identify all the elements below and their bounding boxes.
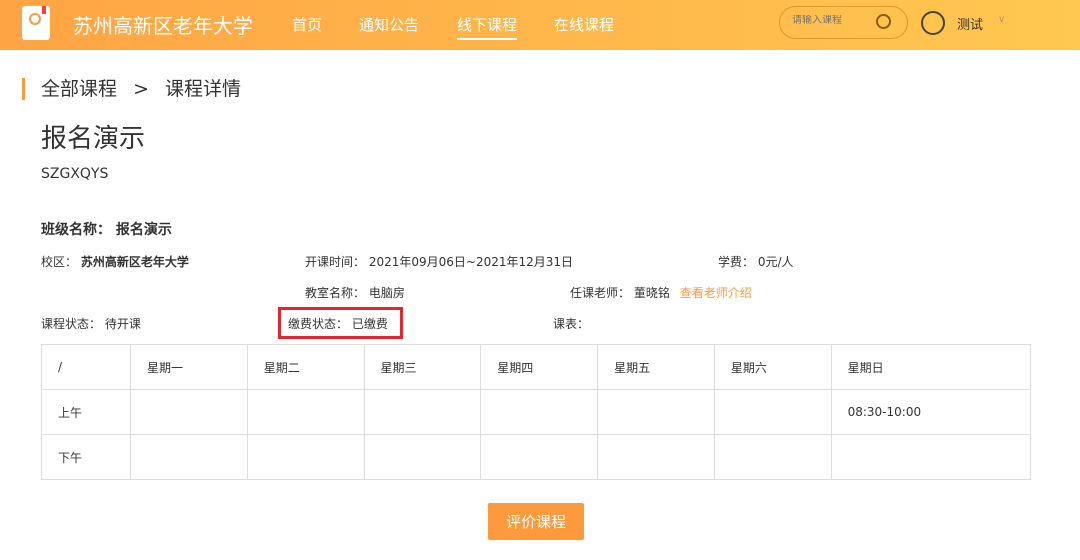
table-cell	[130, 389, 248, 435]
user-name[interactable]: 测试	[957, 14, 983, 33]
classroom: 教室名称： 电脑房	[305, 284, 405, 301]
highlight-box	[278, 307, 403, 339]
nav-notices[interactable]: 通知公告	[359, 14, 419, 35]
table-cell	[246, 434, 365, 480]
table-cell	[830, 434, 1032, 480]
nav-offline-courses[interactable]: 线下课程	[457, 14, 518, 40]
table-cell	[713, 434, 832, 480]
tuition: 学费： 0元/人	[718, 253, 794, 270]
room-label: 教室名称：	[305, 286, 366, 300]
schedule-table: / 星期一 星期二 星期三 星期四 星期五 星期六 星期日 上午 08:30-1…	[41, 344, 1032, 480]
table-row: 上午 08:30-10:00	[41, 389, 1032, 435]
teacher-intro-link[interactable]: 查看老师介绍	[680, 286, 752, 300]
status-label: 课程状态：	[41, 317, 102, 331]
campus: 校区： 苏州高新区老年大学	[41, 253, 189, 270]
fee-value: 0元/人	[757, 255, 794, 269]
course-time: 开课时间： 2021年09月06日~2021年12月31日	[305, 253, 573, 270]
table-cell	[597, 389, 715, 435]
breadcrumb-current: 课程详情	[165, 78, 242, 100]
table-cell: 下午	[41, 434, 131, 480]
campus-value: 苏州高新区老年大学	[80, 255, 189, 269]
course-code: SZGXQYS	[41, 166, 109, 182]
search-icon[interactable]	[876, 14, 891, 29]
nav-online-courses[interactable]: 在线课程	[554, 14, 614, 35]
search-input[interactable]	[792, 15, 872, 26]
table-header: 星期六	[713, 344, 832, 390]
nav-home[interactable]: 首页	[292, 14, 322, 35]
table-cell	[480, 389, 599, 435]
table-header: 星期日	[830, 344, 1032, 390]
teacher: 任课老师： 董晓铭 查看老师介绍	[570, 284, 752, 301]
teacher-value: 董晓铭	[633, 286, 670, 300]
time-value: 2021年09月06日~2021年12月31日	[368, 255, 574, 269]
table-header: 星期二	[246, 344, 365, 390]
status-value: 待开课	[104, 317, 141, 331]
course-status: 课程状态： 待开课	[41, 315, 141, 332]
chevron-down-icon[interactable]: ∨	[998, 14, 1005, 25]
room-value: 电脑房	[368, 286, 405, 300]
logo-book-icon	[22, 6, 50, 40]
table-header: 星期一	[130, 344, 248, 390]
table-header-row: / 星期一 星期二 星期三 星期四 星期五 星期六 星期日	[41, 344, 1032, 390]
table-cell	[480, 434, 599, 480]
user-avatar-icon[interactable]	[921, 11, 945, 35]
breadcrumb: 全部课程 > 课程详情	[22, 78, 241, 100]
site-title: 苏州高新区老年大学	[73, 14, 253, 38]
table-header: 星期三	[363, 344, 482, 390]
table-cell	[713, 389, 832, 435]
time-label: 开课时间：	[305, 255, 366, 269]
table-cell	[363, 434, 482, 480]
table-cell	[597, 434, 715, 480]
class-name: 班级名称： 报名演示	[41, 219, 172, 239]
fee-label: 学费：	[718, 255, 755, 269]
table-header: 星期五	[597, 344, 715, 390]
table-header: /	[41, 344, 131, 390]
table-cell	[363, 389, 482, 435]
table-cell: 上午	[41, 389, 131, 435]
page-title: 报名演示	[41, 124, 146, 154]
class-name-value: 报名演示	[115, 222, 172, 238]
rate-course-button[interactable]: 评价课程	[488, 503, 584, 540]
table-cell	[130, 434, 248, 480]
table-cell: 08:30-10:00	[830, 389, 1032, 435]
teacher-label: 任课老师：	[570, 286, 631, 300]
table-header: 星期四	[480, 344, 599, 390]
breadcrumb-all-courses[interactable]: 全部课程	[41, 78, 117, 100]
header: 苏州高新区老年大学 首页 通知公告 线下课程 在线课程 测试 ∨	[0, 0, 1080, 50]
schedule-label: 课表：	[553, 317, 590, 331]
table-cell	[246, 389, 365, 435]
class-name-label: 班级名称：	[41, 222, 111, 238]
search-box[interactable]	[779, 6, 908, 39]
campus-label: 校区：	[41, 255, 78, 269]
table-row: 下午	[41, 434, 1032, 480]
breadcrumb-separator: >	[133, 78, 149, 100]
